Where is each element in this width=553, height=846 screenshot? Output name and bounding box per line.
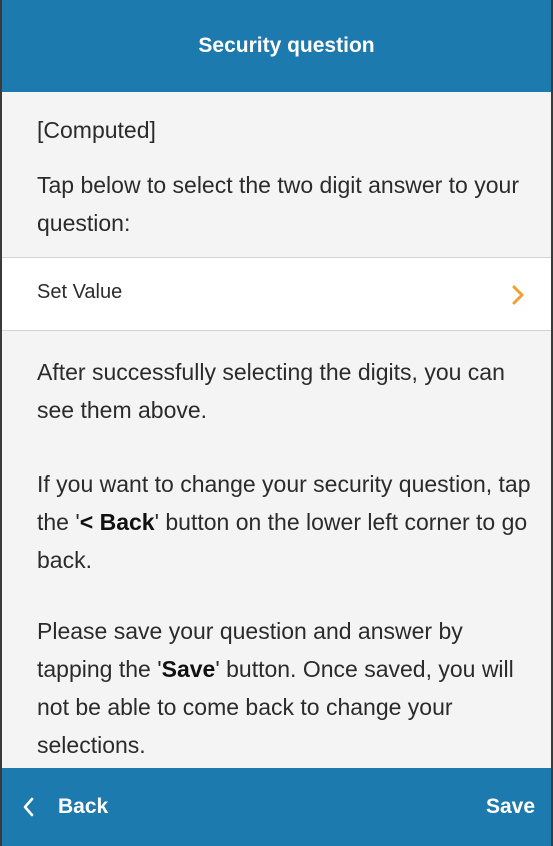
page-title: Security question <box>198 34 375 57</box>
header-bar: Security question <box>0 0 553 92</box>
content-area: [Computed] Tap below to select the two d… <box>0 92 553 768</box>
set-value-label: Set Value <box>37 281 123 303</box>
info-paragraph-back: If you want to change your security ques… <box>37 465 531 579</box>
footer-bar: Back Save <box>0 768 553 846</box>
para2-back-emphasis: < Back <box>79 509 155 535</box>
computed-text: [Computed] <box>37 117 156 143</box>
save-label: Save <box>485 795 535 818</box>
set-value-row[interactable]: Set Value <box>0 257 553 331</box>
back-label: Back <box>58 795 109 818</box>
save-button[interactable]: Save <box>486 768 535 846</box>
app-screen: Security question [Computed] Tap below t… <box>0 0 553 846</box>
chevron-left-icon <box>23 797 34 817</box>
info-paragraph-save: Please save your question and answer by … <box>37 612 531 764</box>
back-button[interactable]: Back <box>22 768 108 846</box>
info-paragraph-digits: After successfully selecting the digits,… <box>37 359 505 423</box>
instruction-text: Tap below to select the two digit answer… <box>37 172 519 236</box>
chevron-right-icon <box>512 285 524 305</box>
left-frame-border <box>0 0 2 846</box>
para3-save-emphasis: Save <box>161 656 216 682</box>
